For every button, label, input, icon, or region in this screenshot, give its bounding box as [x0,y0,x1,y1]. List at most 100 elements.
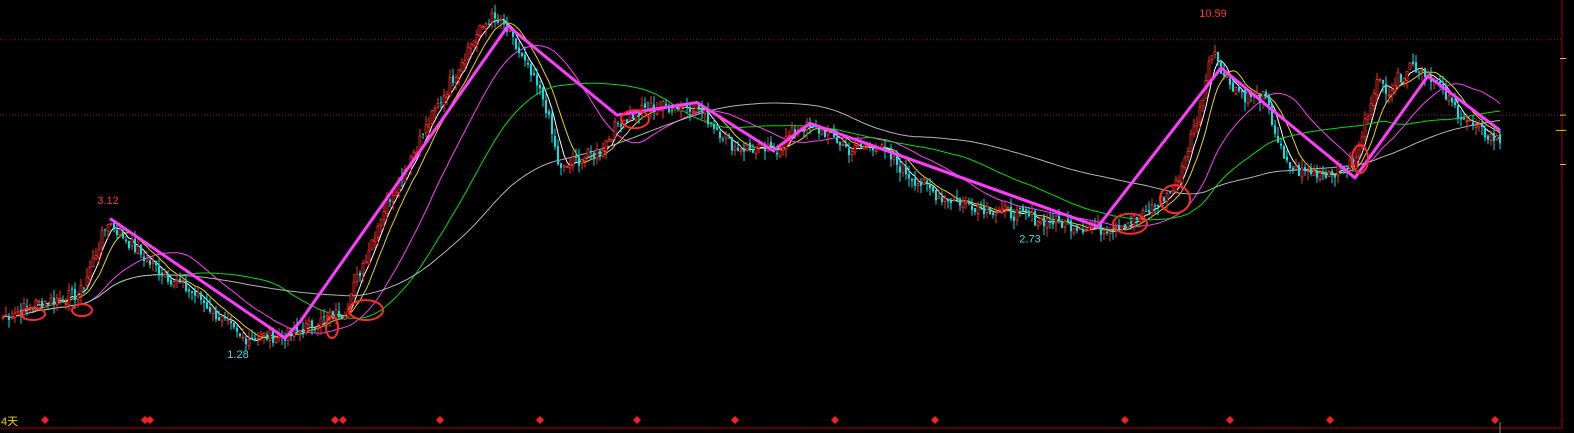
candle-body [778,149,782,157]
moving-average-line [2,19,1501,342]
candle-body [355,273,359,282]
candle-body [47,303,49,305]
candle-body [179,278,181,283]
candle-body [1,316,5,319]
candle-body [230,321,232,324]
candle-body [1393,84,1397,92]
candle-body [10,316,14,319]
candle-body [1265,91,1267,97]
signal-marker [41,416,49,424]
candle-body [1112,229,1114,231]
candle-body [239,333,241,337]
candle-body [266,334,268,340]
candle-body [836,137,838,144]
candle-body [1300,167,1304,178]
candle-body [343,315,347,320]
candle-body [1136,217,1138,220]
candle-body [373,237,377,242]
candle-body [976,205,980,214]
candle-body [583,156,587,162]
candle-body [754,146,758,154]
candle-body [490,12,494,23]
candle-body [521,53,523,56]
candle-body [1454,101,1456,105]
candle-body [26,305,28,307]
candle-body [163,274,167,278]
signal-marker [146,416,154,424]
candle-body [430,110,434,124]
candle-body [1148,210,1150,213]
candle-body [1499,134,1501,144]
candle-body [1061,221,1063,228]
candle-body [1039,217,1043,224]
candle-body [140,244,142,255]
candle-body [1090,227,1094,229]
candle-body [311,320,313,329]
candle-body [251,337,253,340]
candle-body [74,289,76,301]
candle-body [560,163,562,168]
candle-body [776,152,778,155]
candle-body [860,143,862,148]
signal-marker [1491,416,1499,424]
candle-body [454,76,458,83]
candle-body [13,312,17,319]
candle-body [452,75,454,83]
candle-body [302,328,304,335]
reference-lines [0,39,1562,116]
candle-body [319,317,323,328]
candle-body [1465,120,1469,122]
candle-body [1078,227,1082,230]
candle-body [545,99,547,114]
candle-body [1286,156,1288,161]
candle-body [499,18,503,21]
candle-body [901,163,905,174]
candle-body [361,262,365,275]
candle-body [626,119,628,122]
candle-body [1054,215,1058,224]
candle-body [1169,192,1171,194]
candle-body [143,256,145,261]
price-annotation: 3.12 [97,195,118,207]
candle-body [83,287,85,289]
candle-body [554,136,556,147]
candle-body [1225,76,1229,78]
candle-body [209,307,211,312]
candle-body [593,152,595,158]
candle-body [947,199,949,202]
candle-body [1126,222,1130,229]
candle-body [665,103,667,106]
candle-body [527,62,529,65]
candle-body [632,113,634,119]
candle-body [394,191,398,197]
candle-body [130,239,134,247]
candle-body [677,107,679,110]
candle-body [1210,55,1214,60]
candle-body [781,147,785,151]
candle-body [125,239,127,242]
candle-body [1045,218,1049,229]
candle-body [731,137,733,151]
candle-body [1322,173,1324,175]
candle-body [481,26,485,28]
candle-body [533,73,535,75]
candle-body [37,300,41,303]
candle-body [1183,157,1187,169]
candle-body [226,319,230,322]
candle-body [104,229,106,231]
candle-body [1015,209,1019,221]
candle-body [170,280,172,285]
candle-body [1213,51,1217,55]
candle-body [872,148,874,151]
candle-body [472,40,476,46]
candle-body [590,150,592,153]
candle-body [268,329,272,341]
candle-body [1063,220,1067,228]
candle-body [850,151,854,156]
price-annotation: 1.28 [227,349,248,361]
candle-body [1424,68,1426,78]
candle-body [937,196,941,200]
candle-body [53,297,55,305]
candle-body [568,164,572,169]
candle-body [1304,167,1306,171]
